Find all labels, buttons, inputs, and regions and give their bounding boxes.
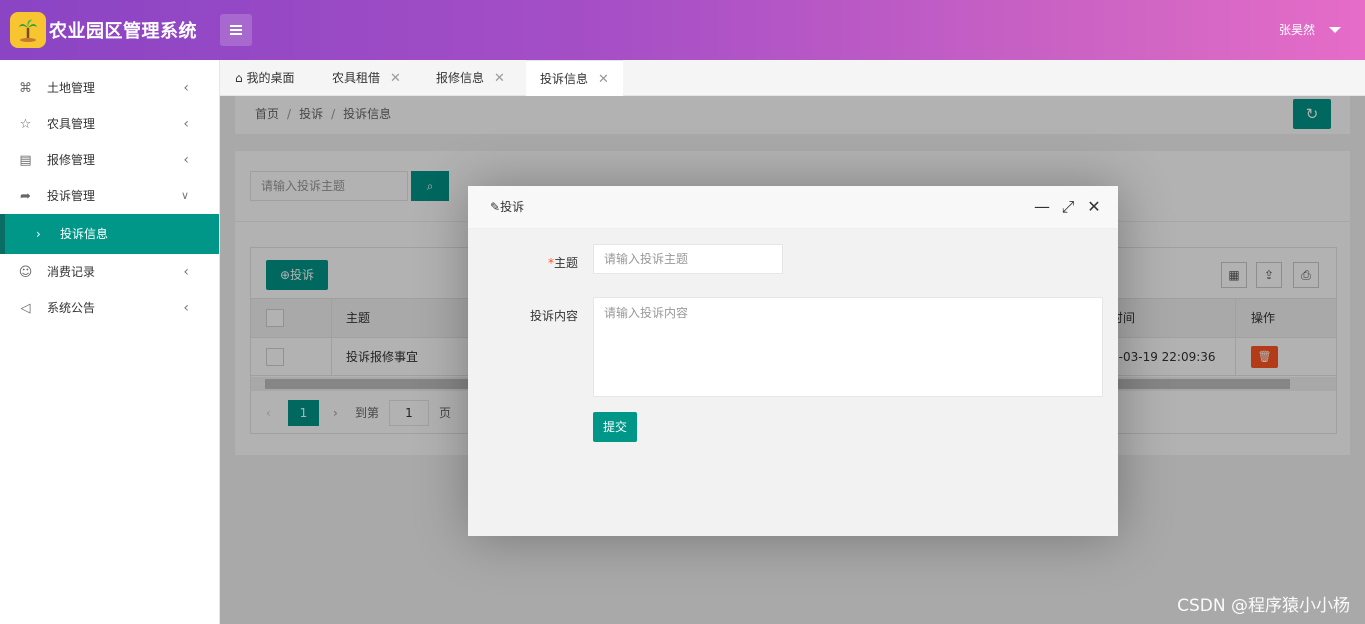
modal-title-text: 投诉: [500, 200, 525, 214]
caret-down-icon[interactable]: [1329, 27, 1341, 33]
sidebar-item-announcement[interactable]: ◁ 系统公告 ‹: [0, 290, 219, 326]
grid-icon: ⌘: [19, 81, 32, 96]
close-icon[interactable]: ✕: [598, 72, 609, 87]
top-header: 农业园区管理系统 张昊然: [0, 0, 1365, 60]
hamburger-icon-line: [230, 33, 242, 35]
tab-tool-rental[interactable]: 农具租借 ✕: [322, 60, 411, 96]
close-icon[interactable]: ✕: [1085, 198, 1103, 216]
sidebar-item-label: 系统公告: [47, 301, 96, 315]
modal-header: ✎投诉 — ⤢ ✕: [468, 186, 1118, 229]
sidebar-item-label: 投诉信息: [60, 227, 109, 241]
tab-bar: ⌂ 我的桌面 农具租借 ✕ 报修信息 ✕ 投诉信息 ✕: [220, 60, 1365, 98]
maximize-icon[interactable]: ⤢: [1059, 198, 1077, 216]
hamburger-icon: [230, 25, 242, 27]
modal-title: ✎投诉: [490, 186, 524, 229]
complaint-modal: ✎投诉 — ⤢ ✕ *主题 请输入投诉主题 投诉内容 请输入投诉内容 提交: [468, 186, 1118, 536]
pin-icon: ☆: [19, 117, 32, 132]
sidebar-item-label: 消费记录: [47, 265, 96, 279]
chevron-left-icon: ‹: [183, 80, 189, 96]
tab-label: 报修信息: [436, 71, 485, 85]
home-icon: ⌂: [235, 71, 243, 85]
hamburger-icon-line: [230, 29, 242, 31]
sidebar-item-label: 报修管理: [47, 153, 96, 167]
sidebar-item-complaint[interactable]: ➦ 投诉管理 ∨: [0, 178, 219, 214]
sidebar-item-consumption[interactable]: ☺ 消费记录 ‹: [0, 254, 219, 290]
tab-repair-info[interactable]: 报修信息 ✕: [426, 60, 515, 96]
document-icon: ▤: [19, 153, 32, 168]
chevron-right-icon: ›: [36, 227, 41, 241]
subject-label: *主题: [468, 254, 578, 271]
chevron-left-icon: ‹: [183, 116, 189, 132]
palm-tree-icon: [19, 19, 37, 42]
speaker-icon: ◁: [20, 301, 31, 316]
sidebar: ⌘ 土地管理 ‹ ☆ 农具管理 ‹ ▤ 报修管理 ‹ ➦ 投诉管理 ∨ › 投诉…: [0, 60, 220, 624]
subject-input[interactable]: 请输入投诉主题: [593, 244, 783, 274]
user-icon: ☺: [18, 265, 33, 280]
chevron-left-icon: ‹: [183, 152, 189, 168]
sidebar-subitem-complaint-info[interactable]: › 投诉信息: [0, 214, 219, 254]
content-textarea[interactable]: 请输入投诉内容: [593, 297, 1103, 397]
minimize-icon[interactable]: —: [1033, 198, 1051, 216]
submit-button[interactable]: 提交: [593, 412, 637, 442]
sidebar-item-label: 土地管理: [47, 81, 96, 95]
user-name[interactable]: 张昊然: [1279, 21, 1315, 38]
sidebar-item-land[interactable]: ⌘ 土地管理 ‹: [0, 70, 219, 106]
tab-complaint-info[interactable]: 投诉信息 ✕: [526, 60, 623, 98]
logo: [10, 12, 46, 48]
chevron-left-icon: ‹: [183, 300, 189, 316]
tab-label: 农具租借: [332, 71, 381, 85]
tab-desktop[interactable]: ⌂ 我的桌面: [225, 60, 304, 96]
chevron-left-icon: ‹: [183, 264, 189, 280]
close-icon[interactable]: ✕: [390, 71, 401, 86]
sidebar-item-label: 农具管理: [47, 117, 96, 131]
share-icon: ➦: [20, 189, 31, 204]
watermark: CSDN @程序猿小小杨: [1177, 596, 1350, 616]
chevron-down-icon: ∨: [180, 189, 189, 202]
content-label: 投诉内容: [529, 309, 578, 323]
close-icon[interactable]: ✕: [494, 71, 505, 86]
app-title: 农业园区管理系统: [49, 21, 197, 42]
menu-toggle-button[interactable]: [220, 14, 252, 46]
sidebar-item-tools[interactable]: ☆ 农具管理 ‹: [0, 106, 219, 142]
sidebar-item-label: 投诉管理: [47, 189, 96, 203]
subject-label-text: 主题: [553, 256, 578, 270]
edit-icon: ✎: [490, 200, 501, 214]
tab-label: 投诉信息: [540, 72, 589, 86]
sidebar-item-repair[interactable]: ▤ 报修管理 ‹: [0, 142, 219, 178]
tab-label: 我的桌面: [246, 71, 295, 85]
